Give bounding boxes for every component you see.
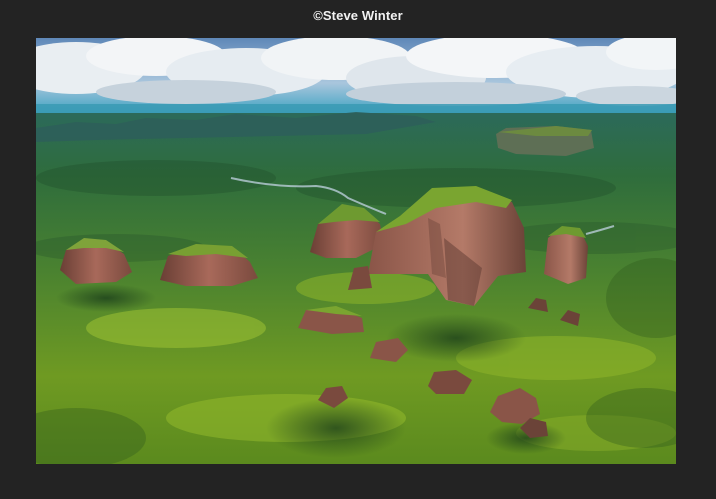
photo-viewer: ©Steve Winter: [0, 0, 716, 499]
photo-credit: ©Steve Winter: [313, 8, 403, 23]
photo[interactable]: [36, 38, 676, 464]
clouds: [36, 38, 676, 106]
landscape-image: [36, 38, 676, 464]
tepui-right: [544, 226, 588, 284]
